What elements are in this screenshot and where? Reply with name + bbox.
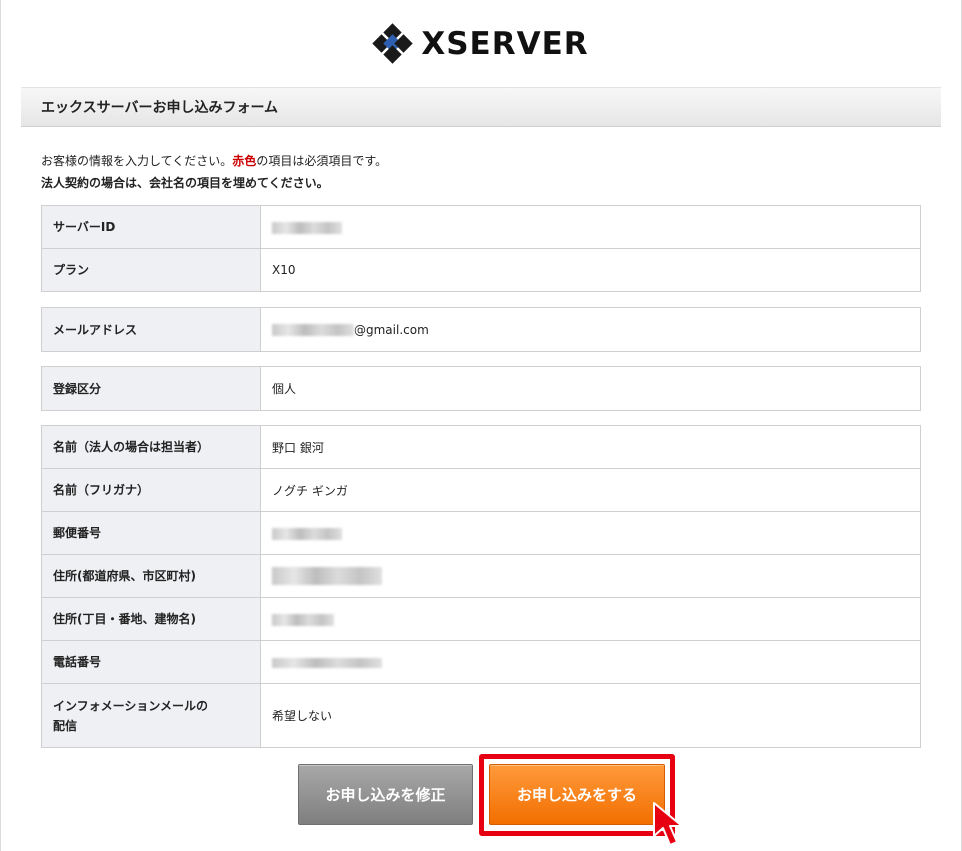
newsletter-value: 希望しない (260, 683, 921, 748)
logo-text: XSERVER (421, 26, 589, 62)
plan-value: X10 (260, 248, 921, 292)
redacted-postal-code (272, 527, 342, 540)
address1-value (260, 554, 921, 598)
account-table: サーバーID プラン X10 (41, 205, 921, 292)
table-row: 名前（法人の場合は担当者） 野口 銀河 (41, 425, 921, 469)
table-row: 住所(都道府県、市区町村) (41, 554, 921, 598)
table-row: 名前（フリガナ） ノグチ ギンガ (41, 468, 921, 512)
submit-application-button[interactable]: お申し込みをする (489, 764, 665, 825)
table-row: メールアドレス @gmail.com (41, 307, 921, 352)
postal-code-value (260, 511, 921, 555)
redacted-address1 (272, 567, 382, 585)
table-row: 登録区分 個人 (41, 366, 921, 411)
address1-label: 住所(都道府県、市区町村) (41, 554, 261, 598)
registration-label: 登録区分 (41, 366, 261, 411)
pointer-cursor-icon (653, 802, 683, 846)
email-label: メールアドレス (41, 307, 261, 352)
kana-label: 名前（フリガナ） (41, 468, 261, 512)
intro-line-2: 法人契約の場合は、会社名の項目を埋めてください。 (41, 176, 329, 190)
newsletter-label: インフォメーションメールの 配信 (41, 683, 261, 748)
email-table: メールアドレス @gmail.com (41, 307, 921, 352)
redacted-email-user (272, 324, 354, 336)
table-row: プラン X10 (41, 248, 921, 292)
redacted-server-id (272, 221, 342, 234)
site-logo[interactable]: XSERVER (0, 23, 962, 64)
personal-info-table: 名前（法人の場合は担当者） 野口 銀河 名前（フリガナ） ノグチ ギンガ 郵便番… (41, 425, 921, 748)
server-id-label: サーバーID (41, 205, 261, 249)
address2-label: 住所(丁目・番地、建物名) (41, 597, 261, 641)
table-row: サーバーID (41, 205, 921, 249)
table-row: 住所(丁目・番地、建物名) (41, 597, 921, 641)
required-color-note: 赤色 (232, 154, 257, 168)
address2-value (260, 597, 921, 641)
table-row: 電話番号 (41, 640, 921, 684)
phone-value (260, 640, 921, 684)
redacted-phone (272, 657, 382, 668)
registration-value: 個人 (260, 366, 921, 411)
redacted-address2 (272, 613, 334, 626)
name-value: 野口 銀河 (260, 425, 921, 469)
table-row: 郵便番号 (41, 511, 921, 555)
form-title: エックスサーバーお申し込みフォーム (21, 87, 941, 127)
email-domain: @gmail.com (354, 322, 429, 337)
edit-application-button[interactable]: お申し込みを修正 (298, 764, 473, 825)
plan-label: プラン (41, 248, 261, 292)
registration-table: 登録区分 個人 (41, 366, 921, 411)
postal-code-label: 郵便番号 (41, 511, 261, 555)
intro-text: お客様の情報を入力してください。赤色の項目は必須項目です。 法人契約の場合は、会… (41, 150, 387, 194)
phone-label: 電話番号 (41, 640, 261, 684)
server-id-value (260, 205, 921, 249)
email-value: @gmail.com (260, 307, 921, 352)
intro-line-1: お客様の情報を入力してください。赤色の項目は必須項目です。 (41, 154, 388, 168)
xserver-logo-icon (372, 23, 414, 64)
kana-value: ノグチ ギンガ (260, 468, 921, 512)
name-label: 名前（法人の場合は担当者） (41, 425, 261, 469)
table-row: インフォメーションメールの 配信 希望しない (41, 683, 921, 748)
